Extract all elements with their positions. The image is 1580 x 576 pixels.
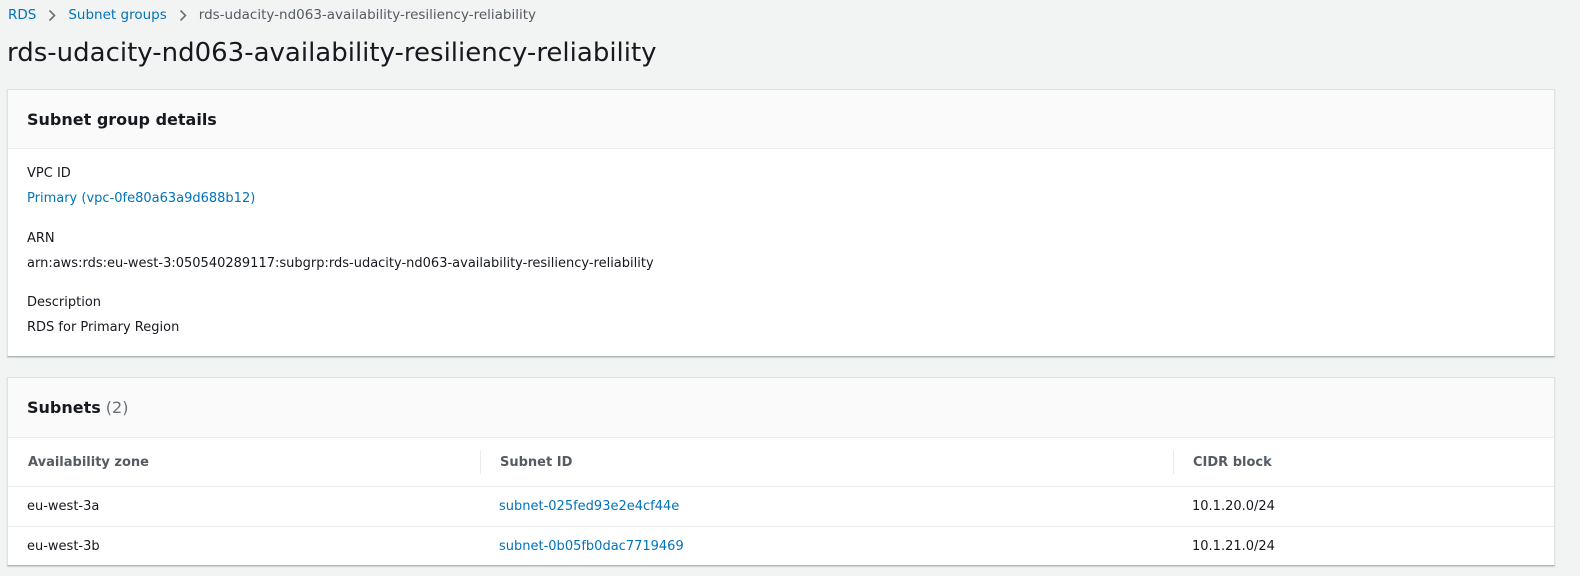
subnets-panel: Subnets (2) Availability zone Subnet ID … [7,377,1555,566]
subnets-panel-header: Subnets (2) [8,378,1554,438]
chevron-right-icon [48,9,56,22]
vpc-id-field: VPC ID Primary (vpc-0fe80a63a9d688b12) [27,166,255,207]
chevron-right-icon [179,9,187,22]
breadcrumb-current: rds-udacity-nd063-availability-resilienc… [198,7,537,23]
description-field: Description RDS for Primary Region [27,295,179,336]
breadcrumb-rds-link[interactable]: RDS [8,7,36,23]
arn-field: ARN arn:aws:rds:eu-west-3:050540289117:s… [27,231,654,272]
vpc-id-link[interactable]: Primary (vpc-0fe80a63a9d688b12) [27,191,255,207]
subnets-count: (2) [105,398,129,417]
subnets-table: Availability zone Subnet ID CIDR block e… [8,438,1554,566]
column-header-cidr-block[interactable]: CIDR block [1173,438,1554,487]
description-label: Description [27,295,102,310]
subnets-title: Subnets [27,398,101,417]
table-row: eu-west-3a subnet-025fed93e2e4cf44e 10.1… [8,486,1554,527]
breadcrumb-subnet-groups-link[interactable]: Subnet groups [68,7,166,23]
arn-label: ARN [27,231,55,246]
vpc-id-label: VPC ID [27,166,71,181]
breadcrumb: RDS Subnet groups rds-udacity-nd063-avai… [8,5,536,25]
description-value: RDS for Primary Region [27,320,180,335]
column-header-subnet-id[interactable]: Subnet ID [480,438,1173,487]
cidr-block-cell: 10.1.21.0/24 [1192,539,1275,554]
cidr-block-cell: 10.1.20.0/24 [1173,486,1554,527]
page-title: rds-udacity-nd063-availability-resilienc… [7,38,657,68]
arn-value: arn:aws:rds:eu-west-3:050540289117:subgr… [27,256,654,271]
subnet-id-link[interactable]: subnet-0b05fb0dac7719469 [480,527,1173,567]
availability-zone-cell: eu-west-3a [8,486,480,527]
subnet-id-link[interactable]: subnet-025fed93e2e4cf44e [480,486,1173,527]
column-header-availability-zone[interactable]: Availability zone [8,438,480,487]
subnet-group-details-panel: Subnet group details VPC ID Primary (vpc… [7,89,1555,357]
details-panel-header: Subnet group details [8,90,1554,149]
availability-zone-cell: eu-west-3b [27,539,100,554]
table-header-row: Availability zone Subnet ID CIDR block [8,438,1554,487]
table-row: eu-west-3b subnet-0b05fb0dac7719469 10.1… [8,527,1554,567]
